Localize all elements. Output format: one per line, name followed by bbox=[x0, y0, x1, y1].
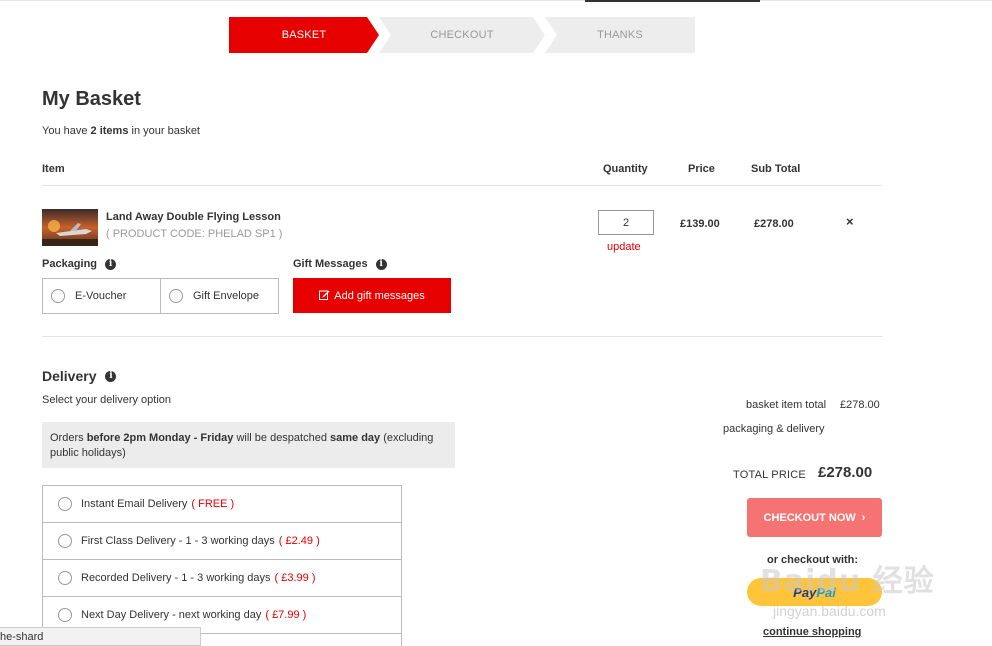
delivery-option-label: Instant Email Delivery bbox=[81, 498, 188, 510]
info-icon[interactable]: i bbox=[375, 258, 387, 270]
info-icon[interactable]: i bbox=[105, 370, 117, 382]
delivery-option[interactable]: Instant Email Delivery ( FREE ) bbox=[43, 486, 401, 523]
packaging-label: Packaging bbox=[42, 258, 98, 270]
product-name[interactable]: Land Away Double Flying Lesson bbox=[106, 211, 281, 223]
packaging-label-group: Packaging i bbox=[42, 258, 117, 270]
add-gift-messages-label: Add gift messages bbox=[334, 289, 425, 302]
add-gift-messages-button[interactable]: Add gift messages bbox=[293, 278, 451, 313]
packaging-option-gift-envelope[interactable]: Gift Envelope bbox=[160, 279, 278, 313]
page-title: My Basket bbox=[42, 88, 141, 110]
item-subtotal: £278.00 bbox=[754, 218, 794, 230]
dispatch-notice: Orders before 2pm Monday - Friday will b… bbox=[42, 422, 455, 468]
header-divider bbox=[42, 185, 882, 186]
total-price-value: £278.00 bbox=[818, 464, 873, 481]
notice-bold-sameday: same day bbox=[330, 432, 381, 444]
header-price: Price bbox=[688, 163, 715, 175]
delivery-option-label: Recorded Delivery - 1 - 3 working days bbox=[81, 572, 271, 584]
delivery-option-label: Next Day Delivery - next working day bbox=[81, 609, 262, 621]
delivery-option-price: ( £2.49 ) bbox=[278, 535, 320, 547]
checkout-steps: BASKET CHECKOUT THANKS bbox=[229, 17, 695, 53]
product-code: ( PRODUCT CODE: PHELAD SP1 ) bbox=[106, 228, 283, 240]
step-checkout: CHECKOUT bbox=[379, 17, 545, 53]
delivery-option-price: ( £3.99 ) bbox=[274, 572, 316, 584]
update-link[interactable]: update bbox=[607, 241, 641, 253]
item-price: £139.00 bbox=[680, 218, 720, 230]
delivery-title: Delivery bbox=[42, 368, 97, 384]
radio-button[interactable] bbox=[51, 289, 65, 303]
radio-button[interactable] bbox=[58, 497, 72, 511]
radio-button[interactable] bbox=[58, 534, 72, 548]
top-accent-bar bbox=[585, 0, 760, 2]
packaging-option-evoucher[interactable]: E-Voucher bbox=[43, 279, 160, 313]
basket-total-label: basket item total bbox=[746, 399, 827, 411]
summary-suffix: in your basket bbox=[128, 125, 201, 137]
delivery-subtitle: Select your delivery option bbox=[42, 394, 172, 406]
watermark-url: jingyan.baidu.com bbox=[773, 603, 886, 619]
delivery-option[interactable]: First Class Delivery - 1 - 3 working day… bbox=[43, 523, 401, 560]
checkout-now-label: CHECKOUT NOW bbox=[763, 511, 856, 524]
notice-prefix: Orders bbox=[50, 432, 87, 444]
gift-messages-label: Gift Messages bbox=[293, 258, 368, 270]
total-price-label: TOTAL PRICE bbox=[733, 469, 806, 481]
gift-label-group: Gift Messages i bbox=[293, 258, 387, 270]
top-border bbox=[0, 0, 992, 1]
product-thumbnail[interactable] bbox=[42, 209, 98, 246]
radio-button[interactable] bbox=[58, 571, 72, 585]
header-subtotal: Sub Total bbox=[751, 163, 801, 175]
watermark: Baidu 经验 bbox=[760, 564, 935, 599]
header-quantity: Quantity bbox=[603, 163, 648, 175]
radio-button[interactable] bbox=[169, 289, 183, 303]
delivery-option-label: First Class Delivery - 1 - 3 working day… bbox=[81, 535, 275, 547]
packaging-option-label: E-Voucher bbox=[75, 290, 127, 302]
header-item: Item bbox=[42, 163, 65, 175]
summary-count: 2 items bbox=[90, 125, 129, 137]
edit-icon bbox=[319, 289, 330, 303]
info-icon[interactable]: i bbox=[105, 258, 117, 270]
delivery-option[interactable]: Recorded Delivery - 1 - 3 working days (… bbox=[43, 560, 401, 597]
section-divider bbox=[42, 336, 882, 337]
step-thanks: THANKS bbox=[545, 17, 695, 53]
packaging-delivery-label: packaging & delivery bbox=[723, 423, 825, 435]
radio-button[interactable] bbox=[58, 608, 72, 622]
packaging-options: E-Voucher Gift Envelope bbox=[42, 278, 279, 314]
delivery-heading: Delivery i bbox=[42, 368, 117, 384]
checkout-now-button[interactable]: CHECKOUT NOW › bbox=[747, 498, 882, 537]
delivery-option-price: ( £7.99 ) bbox=[265, 609, 307, 621]
continue-shopping-link[interactable]: continue shopping bbox=[763, 626, 861, 638]
status-tooltip: he-shard bbox=[0, 627, 201, 646]
step-basket: BASKET bbox=[229, 17, 379, 53]
summary-prefix: You have bbox=[42, 125, 91, 137]
basket-total-value: £278.00 bbox=[840, 399, 880, 411]
notice-bold-time: before 2pm Monday - Friday bbox=[86, 432, 234, 444]
packaging-option-label: Gift Envelope bbox=[193, 290, 260, 302]
delivery-options: Instant Email Delivery ( FREE ) First Cl… bbox=[42, 485, 402, 646]
basket-summary: You have 2 items in your basket bbox=[42, 125, 200, 137]
chevron-right-icon: › bbox=[861, 511, 866, 524]
delivery-option-price: ( FREE ) bbox=[191, 498, 235, 510]
remove-item-icon[interactable]: × bbox=[846, 214, 854, 229]
quantity-input[interactable] bbox=[598, 210, 654, 235]
notice-mid: will be despatched bbox=[233, 432, 331, 444]
